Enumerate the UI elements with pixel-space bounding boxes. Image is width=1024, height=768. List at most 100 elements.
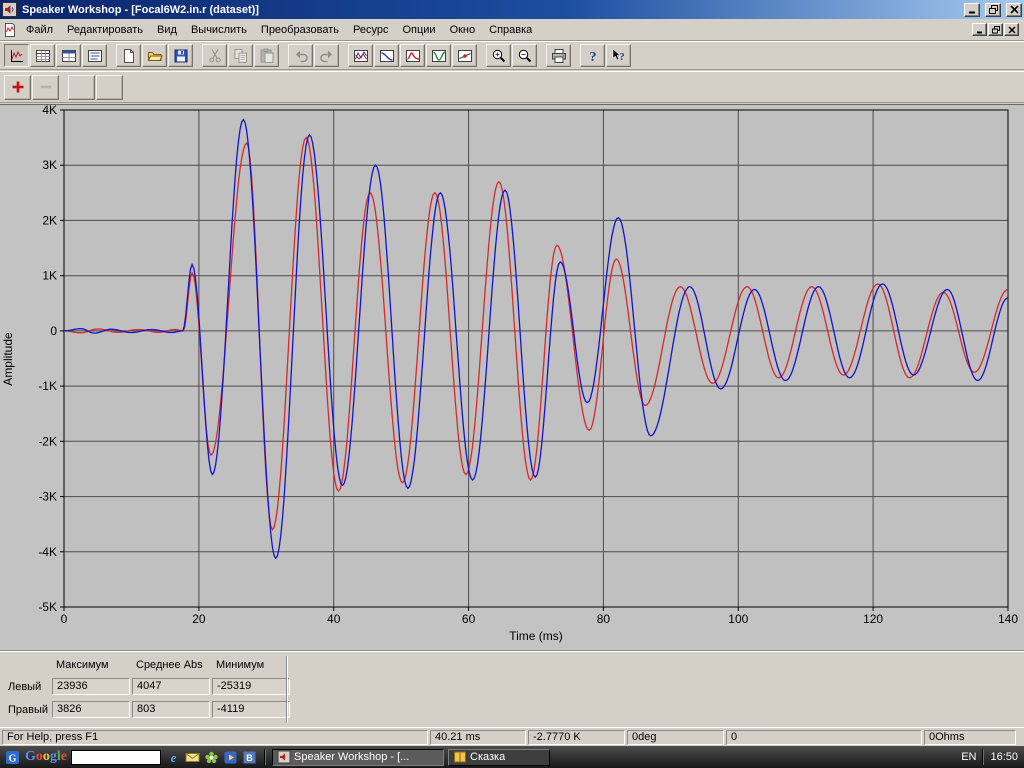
mail-quicklaunch-icon[interactable] bbox=[184, 749, 201, 766]
y-tick-label: -5K bbox=[38, 600, 57, 614]
stats-row-right-label: Правый bbox=[8, 704, 48, 716]
menu-file[interactable]: Файл bbox=[19, 21, 60, 39]
minimize-icon bbox=[976, 26, 984, 34]
chart-phase-icon bbox=[431, 48, 447, 64]
menu-transform[interactable]: Преобразовать bbox=[254, 21, 346, 39]
target-chart-button[interactable] bbox=[452, 44, 477, 67]
menu-bar: Файл Редактировать Вид Вычислить Преобра… bbox=[0, 19, 1024, 41]
status-degrees-pane: 0deg bbox=[627, 730, 724, 745]
google-logo-letter: o bbox=[36, 749, 43, 764]
x-tick-label: 60 bbox=[462, 612, 476, 626]
view-values-button[interactable] bbox=[30, 44, 55, 67]
x-tick-label: 80 bbox=[597, 612, 611, 626]
impedance-chart-button[interactable] bbox=[400, 44, 425, 67]
frequency-chart-button[interactable] bbox=[374, 44, 399, 67]
google-deskbar-icon: G bbox=[5, 750, 20, 765]
close-icon bbox=[1008, 26, 1016, 34]
new-doc-icon bbox=[121, 48, 137, 64]
minimize-button[interactable] bbox=[964, 3, 980, 17]
about-button[interactable]: ? bbox=[580, 44, 605, 67]
menu-calculate[interactable]: Вычислить bbox=[184, 21, 254, 39]
blank-tool-button-2 bbox=[96, 75, 123, 100]
y-tick-label: -1K bbox=[38, 379, 57, 393]
svg-text:B: B bbox=[246, 753, 253, 763]
compare-charts-button[interactable] bbox=[348, 44, 373, 67]
app-icon[interactable] bbox=[2, 2, 17, 17]
mdi-restore-button[interactable] bbox=[988, 23, 1003, 36]
task-button-2[interactable]: Сказка bbox=[448, 749, 550, 766]
paste-button bbox=[254, 44, 279, 67]
x-axis-title: Time (ms) bbox=[509, 629, 563, 643]
clock[interactable]: 16:50 bbox=[990, 751, 1018, 763]
status-zero-pane: 0 bbox=[726, 730, 922, 745]
bk-quicklaunch-icon[interactable]: B bbox=[241, 749, 258, 766]
icq-icon bbox=[204, 750, 219, 765]
menu-options[interactable]: Опции bbox=[395, 21, 442, 39]
ie-quicklaunch-icon[interactable]: e bbox=[165, 749, 182, 766]
zoom-out-button[interactable] bbox=[512, 44, 537, 67]
status-help-text: For Help, press F1 bbox=[2, 730, 428, 745]
book-icon bbox=[453, 750, 467, 764]
new-button[interactable] bbox=[116, 44, 141, 67]
title-bar: Speaker Workshop - [Focal6W2.in.r (datas… bbox=[0, 0, 1024, 19]
player-icon bbox=[223, 750, 238, 765]
quick-launch-area: eB bbox=[165, 749, 258, 766]
stats-col-maximum: Максимум bbox=[56, 659, 109, 671]
taskbar-separator bbox=[264, 749, 266, 765]
system-tray: EN 16:50 bbox=[961, 749, 1020, 765]
stats-col-minimum: Минимум bbox=[216, 659, 264, 671]
right-average-value: 803 bbox=[132, 701, 210, 718]
language-indicator[interactable]: EN bbox=[961, 751, 976, 763]
save-icon bbox=[173, 48, 189, 64]
zoom-in-button[interactable] bbox=[486, 44, 511, 67]
open-button[interactable] bbox=[142, 44, 167, 67]
google-logo-letter: e bbox=[61, 749, 67, 764]
toolbar-separator bbox=[280, 42, 288, 69]
help-icon: ? bbox=[585, 48, 601, 64]
menu-window[interactable]: Окно bbox=[443, 21, 483, 39]
context-help-button[interactable]: ? bbox=[606, 44, 631, 67]
right-maximum-value: 3826 bbox=[52, 701, 130, 718]
left-maximum-value: 23936 bbox=[52, 678, 130, 695]
y-tick-label: -2K bbox=[38, 434, 57, 448]
view-chart-button[interactable] bbox=[4, 44, 29, 67]
task-button-1[interactable]: Speaker Workshop - [... bbox=[272, 749, 444, 766]
svg-text:G: G bbox=[9, 753, 17, 764]
save-button[interactable] bbox=[168, 44, 193, 67]
add-value-button[interactable] bbox=[4, 75, 31, 100]
document-system-icon[interactable] bbox=[3, 23, 17, 37]
x-tick-label: 0 bbox=[61, 612, 68, 626]
y-tick-label: -4K bbox=[38, 545, 57, 559]
status-amplitude-pane: -2.7770 K bbox=[528, 730, 625, 745]
mdi-minimize-button[interactable] bbox=[972, 23, 987, 36]
view-table-button[interactable] bbox=[56, 44, 81, 67]
mdi-close-button[interactable] bbox=[1004, 23, 1019, 36]
menu-edit[interactable]: Редактировать bbox=[60, 21, 150, 39]
menu-resource[interactable]: Ресурс bbox=[346, 21, 395, 39]
deskbar-icon[interactable]: G bbox=[4, 749, 21, 766]
view-notes-button[interactable] bbox=[82, 44, 107, 67]
status-time-pane: 40.21 ms bbox=[430, 730, 526, 745]
blank-tool-button-1 bbox=[68, 75, 95, 100]
tray-separator bbox=[982, 749, 984, 765]
remove-value-button bbox=[32, 75, 59, 100]
print-button[interactable] bbox=[546, 44, 571, 67]
chart-imp-icon bbox=[405, 48, 421, 64]
close-button[interactable] bbox=[1006, 3, 1022, 17]
x-tick-label: 140 bbox=[998, 612, 1018, 626]
stats-col-average-abs: Среднее Abs bbox=[136, 659, 203, 671]
menu-view[interactable]: Вид bbox=[150, 21, 184, 39]
player-quicklaunch-icon[interactable] bbox=[222, 749, 239, 766]
y-tick-label: 1K bbox=[42, 269, 57, 283]
restore-button[interactable] bbox=[985, 3, 1001, 17]
plot-area[interactable] bbox=[64, 110, 1008, 607]
undo-button bbox=[288, 44, 313, 67]
menu-help[interactable]: Справка bbox=[482, 21, 539, 39]
mdi-window-controls bbox=[972, 23, 1021, 36]
icq-quicklaunch-icon[interactable] bbox=[203, 749, 220, 766]
google-search-input[interactable] bbox=[71, 750, 161, 765]
open-folder-icon bbox=[147, 48, 163, 64]
task-button-area: Speaker Workshop - [...Сказка bbox=[272, 749, 550, 766]
phase-chart-button[interactable] bbox=[426, 44, 451, 67]
y-tick-label: -3K bbox=[38, 490, 57, 504]
